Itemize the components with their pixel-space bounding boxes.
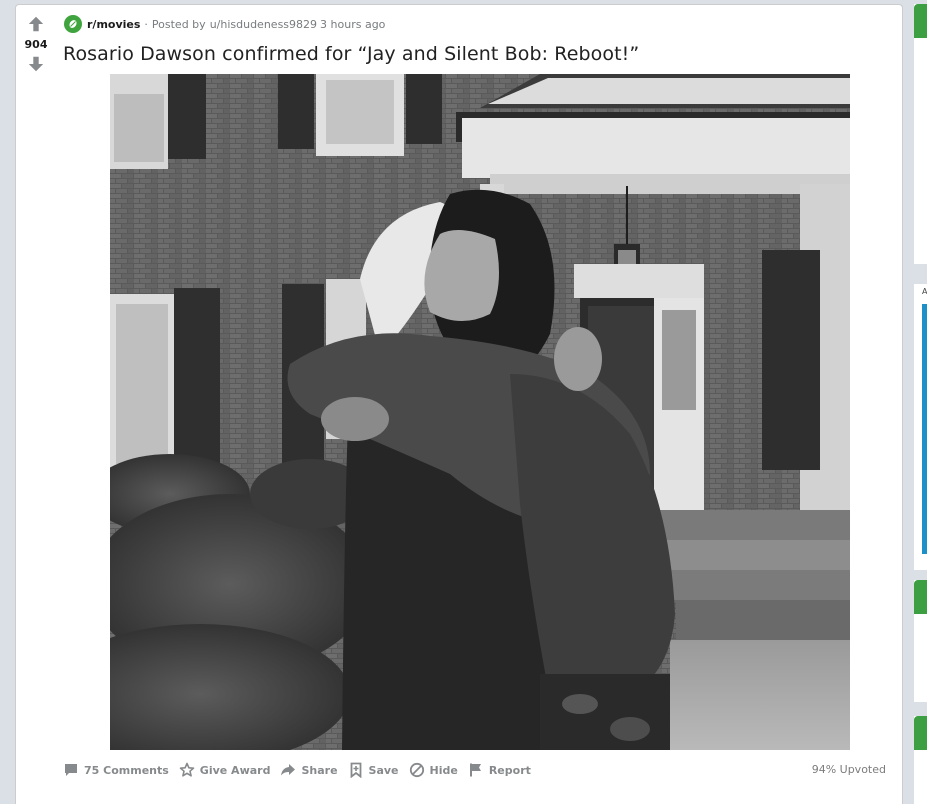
meta-separator: · bbox=[144, 17, 148, 31]
sidebar-widget-header bbox=[914, 716, 927, 750]
subreddit-link[interactable]: r/movies bbox=[87, 18, 140, 31]
sidebar-widget-related[interactable] bbox=[914, 716, 927, 804]
hug-photo-image bbox=[110, 74, 850, 750]
hide-slash-icon bbox=[409, 762, 424, 778]
subreddit-icon[interactable] bbox=[64, 15, 82, 33]
share-label: Share bbox=[301, 763, 338, 777]
hide-label: Hide bbox=[429, 763, 458, 777]
post-actions-bar: 75 Comments Give Award Share Save Hide R… bbox=[63, 761, 541, 779]
share-arrow-icon bbox=[281, 764, 296, 776]
upvote-ratio: 94% Upvoted bbox=[811, 763, 886, 776]
sidebar-widget-header bbox=[914, 4, 927, 38]
post-title[interactable]: Rosario Dawson confirmed for “Jay and Si… bbox=[63, 43, 639, 65]
sidebar-widget-rules[interactable] bbox=[914, 580, 927, 702]
award-icon bbox=[179, 762, 195, 777]
movies-leaf-icon bbox=[69, 20, 77, 28]
sidebar-ad-banner[interactable] bbox=[922, 304, 927, 554]
vote-count: 904 bbox=[24, 38, 48, 51]
share-button[interactable]: Share bbox=[280, 762, 338, 778]
hide-button[interactable]: Hide bbox=[409, 762, 458, 778]
post-image[interactable] bbox=[110, 74, 850, 750]
sidebar-widget-community[interactable] bbox=[914, 4, 927, 264]
posted-by-label: Posted by bbox=[151, 17, 206, 31]
give-award-button[interactable]: Give Award bbox=[179, 762, 271, 778]
save-label: Save bbox=[368, 763, 399, 777]
save-button[interactable]: Save bbox=[348, 762, 399, 778]
sidebar-widget-ad[interactable]: A bbox=[914, 284, 927, 570]
flag-icon bbox=[469, 763, 481, 777]
post-card[interactable]: 904 r/movies · Posted by u/hisdudeness98… bbox=[15, 4, 903, 804]
author-link[interactable]: u/hisdudeness9829 bbox=[210, 18, 317, 31]
bookmark-icon bbox=[350, 762, 361, 778]
comment-icon bbox=[65, 764, 77, 776]
vote-column: 904 bbox=[16, 5, 56, 804]
sidebar-ad-label: A bbox=[922, 287, 927, 296]
sidebar-widget-header bbox=[914, 580, 927, 614]
post-timestamp[interactable]: 3 hours ago bbox=[320, 18, 385, 31]
report-button[interactable]: Report bbox=[468, 762, 531, 778]
post-meta: r/movies · Posted by u/hisdudeness9829 3… bbox=[64, 14, 385, 34]
give-award-label: Give Award bbox=[199, 763, 271, 777]
comments-button[interactable]: 75 Comments bbox=[63, 762, 169, 778]
report-label: Report bbox=[488, 763, 531, 777]
downvote-arrow-icon[interactable] bbox=[27, 55, 45, 73]
upvote-arrow-icon[interactable] bbox=[27, 15, 45, 33]
comments-label: 75 Comments bbox=[84, 763, 169, 777]
